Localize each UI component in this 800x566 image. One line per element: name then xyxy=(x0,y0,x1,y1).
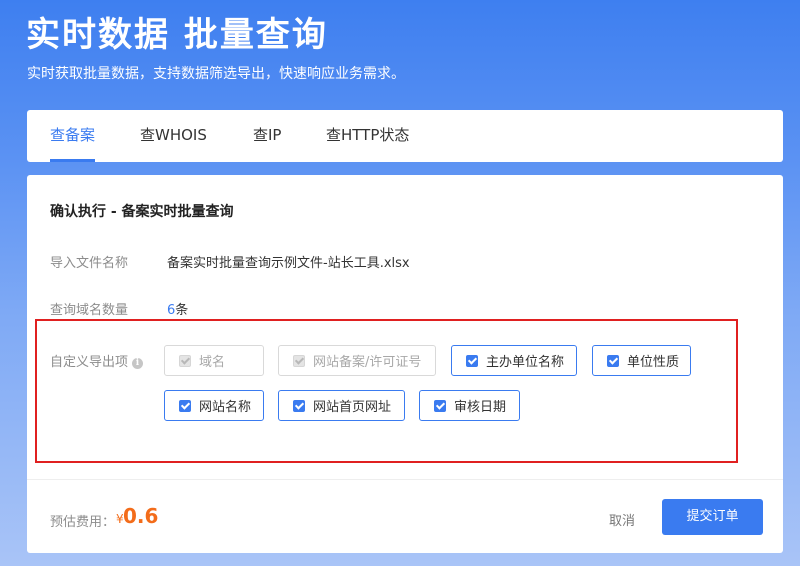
export-option-label: 网站备案/许可证号 xyxy=(313,355,422,370)
domain-count-label: 查询域名数量 xyxy=(50,303,129,318)
tab-icp[interactable]: 查备案 xyxy=(50,110,96,162)
panel-title: 确认执行 - 备案实时批量查询 xyxy=(50,204,234,220)
divider xyxy=(27,479,783,480)
file-name-value: 备案实时批量查询示例文件-站长工具.xlsx xyxy=(167,256,410,271)
export-fields-label-text: 自定义导出项 xyxy=(50,355,129,370)
submit-order-button[interactable]: 提交订单 xyxy=(662,499,763,535)
export-option-audit-date[interactable]: 审核日期 xyxy=(419,390,520,421)
export-option-label: 网站名称 xyxy=(199,400,252,415)
export-option-org-type[interactable]: 单位性质 xyxy=(592,345,691,376)
export-option-icp-license: 网站备案/许可证号 xyxy=(278,345,436,376)
page-subtitle: 实时获取批量数据，支持数据筛选导出，快速响应业务需求。 xyxy=(27,66,405,82)
tab-whois[interactable]: 查WHOIS xyxy=(140,110,207,162)
export-option-label: 主办单位名称 xyxy=(486,355,565,370)
export-option-homepage-url[interactable]: 网站首页网址 xyxy=(278,390,405,421)
export-option-label: 单位性质 xyxy=(627,355,680,370)
export-option-site-name[interactable]: 网站名称 xyxy=(164,390,264,421)
file-name-label: 导入文件名称 xyxy=(50,256,129,271)
export-option-label: 审核日期 xyxy=(454,400,507,415)
checkbox-icon xyxy=(607,354,619,367)
checkbox-icon xyxy=(434,399,446,412)
tab-http-status[interactable]: 查HTTP状态 xyxy=(326,110,409,162)
export-option-sponsor-name[interactable]: 主办单位名称 xyxy=(451,345,577,376)
export-fields-label: 自定义导出项 i xyxy=(50,351,144,370)
info-icon[interactable]: i xyxy=(132,358,144,369)
checkbox-icon xyxy=(466,354,478,367)
export-option-domain: 域名 xyxy=(164,345,264,376)
checkbox-icon xyxy=(293,399,305,412)
cancel-button[interactable]: 取消 xyxy=(609,510,635,529)
confirm-panel: 确认执行 - 备案实时批量查询 导入文件名称 备案实时批量查询示例文件-站长工具… xyxy=(27,175,783,553)
estimated-fee-label: 预估费用： xyxy=(50,515,116,530)
export-option-label: 网站首页网址 xyxy=(313,400,392,415)
estimated-fee-amount: 0.6 xyxy=(123,504,159,528)
domain-count: 6条 xyxy=(167,299,188,318)
page-title: 实时数据 批量查询 xyxy=(26,15,328,55)
tab-ip[interactable]: 查IP xyxy=(253,110,281,162)
checkbox-icon xyxy=(179,354,191,367)
export-option-label: 域名 xyxy=(199,355,226,370)
checkbox-icon xyxy=(293,354,305,367)
query-type-tabs: 查备案 查WHOIS 查IP 查HTTP状态 xyxy=(27,110,783,162)
domain-count-unit: 条 xyxy=(175,303,189,318)
checkbox-icon xyxy=(179,399,191,412)
